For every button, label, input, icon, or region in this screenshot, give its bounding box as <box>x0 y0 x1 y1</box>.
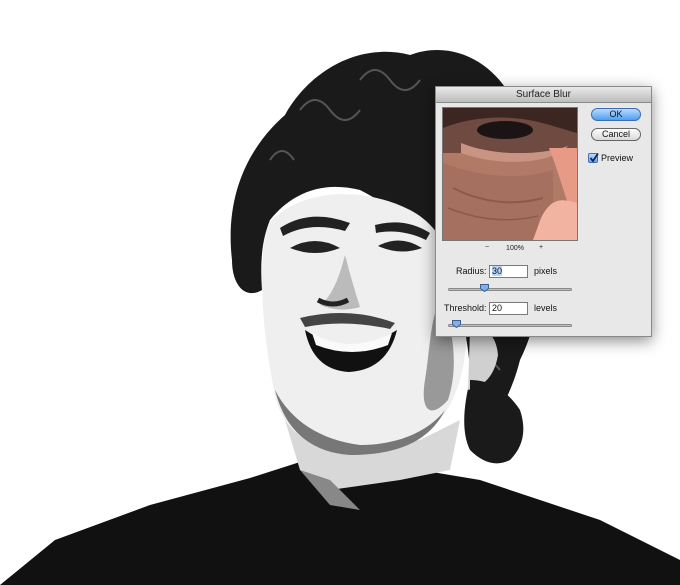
threshold-label: Threshold: <box>444 303 487 313</box>
zoom-in-button[interactable]: + <box>536 244 546 251</box>
threshold-slider-track[interactable] <box>448 324 572 327</box>
radius-slider-thumb[interactable] <box>480 284 489 292</box>
ok-button[interactable]: OK <box>591 108 641 121</box>
threshold-input[interactable]: 20 <box>489 302 528 315</box>
radius-label: Radius: <box>456 266 487 276</box>
radius-value: 30 <box>492 266 503 276</box>
preview-checkbox[interactable] <box>588 153 599 163</box>
zoom-controls: − 100% + <box>442 244 578 256</box>
radius-slider-track[interactable] <box>448 288 572 291</box>
radius-unit: pixels <box>534 266 558 276</box>
dialog-title-bar[interactable]: Surface Blur <box>436 87 651 103</box>
threshold-slider-thumb[interactable] <box>452 320 461 328</box>
checkmark-icon <box>589 153 599 163</box>
zoom-out-button[interactable]: − <box>482 244 492 251</box>
surface-blur-dialog: Surface Blur − 100% + OK Cancel Preview … <box>435 86 652 337</box>
side-hair <box>470 380 524 464</box>
filter-preview[interactable] <box>442 107 578 241</box>
threshold-unit: levels <box>534 303 558 313</box>
zoom-level: 100% <box>506 245 524 252</box>
preview-image <box>443 108 577 240</box>
preview-label: Preview <box>601 153 634 163</box>
threshold-value: 20 <box>492 303 503 313</box>
dialog-title: Surface Blur <box>515 89 572 100</box>
cancel-button[interactable]: Cancel <box>591 128 641 141</box>
radius-input[interactable]: 30 <box>489 265 528 278</box>
